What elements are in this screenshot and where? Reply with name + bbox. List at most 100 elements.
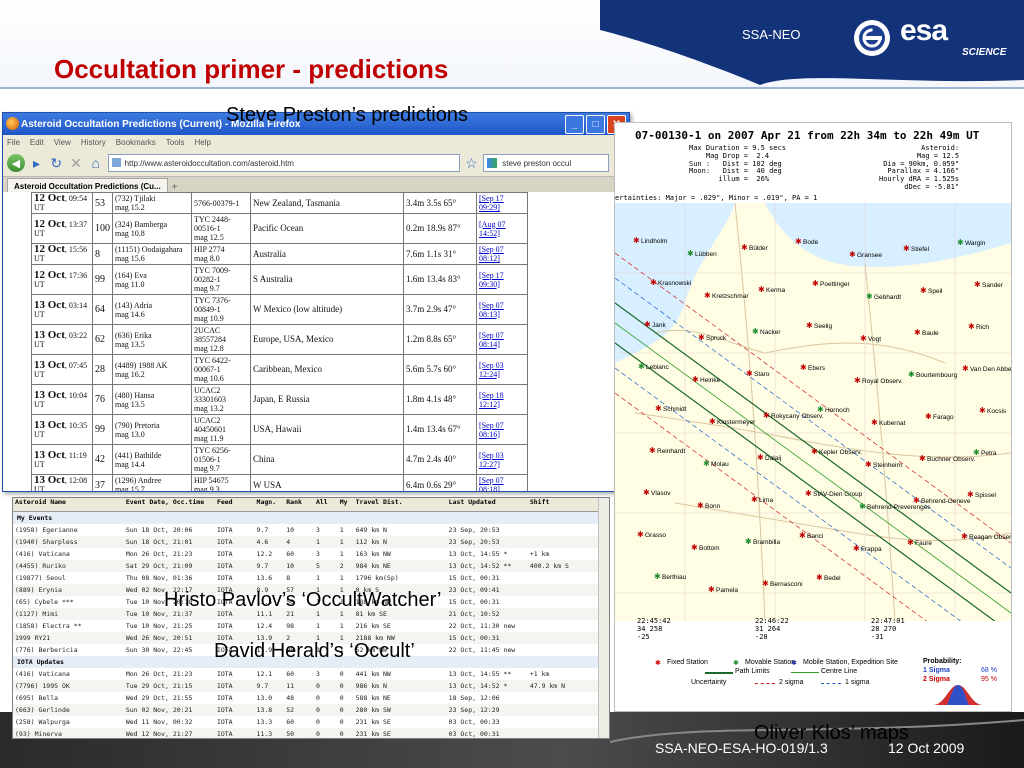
menu-file[interactable]: File [7, 138, 20, 147]
row-update-link[interactable]: [Sep 17 09:30] [476, 264, 528, 295]
column-header[interactable]: Magn. [255, 498, 285, 511]
event-row[interactable]: (1858) Electra ** Tue 10 Nov, 21:25 IOTA 12… [13, 620, 609, 632]
station-marker-icon: ✱ [709, 417, 716, 426]
event-row[interactable]: (19877) Seoul Thu 08 Nov, 01:36 IOTA 13.6 8 1… [13, 572, 609, 584]
column-header[interactable]: Last Updated [447, 498, 528, 511]
home-icon[interactable]: ⌂ [88, 155, 104, 171]
stop-icon[interactable]: ✕ [68, 155, 84, 172]
column-header[interactable]: Asteroid Name [13, 498, 124, 511]
reload-icon[interactable]: ↻ [48, 155, 64, 172]
column-header[interactable]: All [314, 498, 338, 511]
column-header[interactable]: Event Date, Occ.time [124, 498, 215, 511]
menu-bookmarks[interactable]: Bookmarks [116, 138, 156, 147]
label-preston: Steve Preston’s predictions [226, 104, 468, 126]
row-star: UCAC2 40450601 mag 11.9 [191, 414, 251, 445]
station-marker-icon: ✱ [708, 585, 715, 594]
back-icon[interactable]: ◀ [7, 154, 25, 172]
event-cell: 0 [339, 682, 344, 690]
event-cell: Thu 08 Nov, 01:36 [125, 574, 193, 582]
forward-icon[interactable]: ▸ [29, 155, 45, 172]
event-row[interactable]: (695) Bella Wed 29 Oct, 21:55 IOTA 13.0 48 0 0… [13, 692, 609, 704]
station-marker-icon: ✱ [806, 321, 813, 330]
row-update-link[interactable]: [Sep 07 08:12] [476, 243, 528, 265]
station-label: Bourtembourg [916, 372, 958, 379]
column-header[interactable]: Feed [215, 498, 255, 511]
menu-help[interactable]: Help [194, 138, 210, 147]
event-row[interactable]: (1940) Sharpless Sun 18 Oct, 21:01 IOTA 4.6… [13, 536, 609, 548]
url-bar[interactable]: http://www.asteroidoccultation.com/aster… [107, 154, 460, 172]
column-header[interactable]: Rank [284, 498, 314, 511]
event-row[interactable]: (258) Walpurga Wed 11 Nov, 00:32 IOTA 13.3 6… [13, 716, 609, 728]
station-marker-icon: ✱ [859, 502, 866, 511]
station-marker-icon: ✱ [800, 363, 807, 372]
event-cell: (7796) 1995 OK [15, 682, 70, 690]
station-label: Kubernat [879, 420, 906, 427]
event-cell: (776) Berbericia [15, 646, 78, 654]
event-row[interactable]: (416) Vaticana Mon 26 Oct, 21:23 IOTA 12.1 6… [13, 668, 609, 680]
maximize-button[interactable]: □ [586, 115, 605, 134]
menu-history[interactable]: History [81, 138, 106, 147]
event-cell: IOTA [216, 550, 233, 558]
firefox-menubar: File Edit View History Bookmarks Tools H… [3, 135, 629, 150]
event-cell: 23 Sep, 12:29 [448, 706, 500, 714]
row-asteroid: (4489) 1988 AK mag 16.2 [112, 354, 192, 385]
row-update-link[interactable]: [Sep 07 08:14] [476, 324, 528, 355]
row-date: 13 Oct, 11:19 UT [31, 444, 93, 475]
event-cell: 1 [339, 526, 344, 534]
event-row[interactable]: (416) Vaticana Mon 26 Oct, 21:23 IOTA 12.2 6… [13, 548, 609, 560]
menu-view[interactable]: View [54, 138, 71, 147]
prediction-row: 13 Oct, 03:22 UT 62 (636) Erika mag 13.5 2UCA… [31, 324, 528, 355]
row-region: Europe, USA, Mexico [250, 324, 404, 355]
event-cell: IOTA [216, 670, 233, 678]
row-update-link[interactable]: [Sep 03 12:27] [476, 444, 528, 475]
menu-edit[interactable]: Edit [30, 138, 44, 147]
column-header[interactable]: Travel Dist. [354, 498, 447, 511]
search-input[interactable]: steve preston occul [483, 154, 610, 172]
event-row[interactable]: (1958) Egerianne Sun 18 Oct, 20:06 IOTA 9.7… [13, 524, 609, 536]
prediction-row: 12 Oct, 15:56 UT 8 (11151) Oodaigahara mag 1… [31, 243, 528, 265]
row-star: HIP 54675 mag 9.3 [191, 474, 251, 491]
event-cell: 22 Oct, 11:30 new [448, 622, 516, 630]
row-update-link[interactable]: [Sep 07 08:13] [476, 294, 528, 325]
column-header[interactable]: Shift [528, 498, 609, 511]
row-sigma: 5.6m 5.7s 60° [403, 354, 477, 385]
event-cell: 03 Oct, 00:33 [448, 718, 500, 726]
station-marker-icon: ✱ [704, 291, 711, 300]
station-label: Behrend-Preverenges [867, 504, 931, 511]
event-cell [528, 704, 609, 716]
tab-asteroid-predictions[interactable]: Asteroid Occultation Predictions (Cu... [7, 178, 168, 193]
menu-tools[interactable]: Tools [166, 138, 185, 147]
occultwatcher-scrollbar[interactable] [598, 498, 609, 738]
row-update-link[interactable]: [Aug 07 14:52] [476, 213, 528, 244]
event-cell: (19877) Seoul [15, 574, 66, 582]
event-cell: 60 [286, 670, 295, 678]
station-label: Grasso [645, 532, 666, 539]
row-update-link[interactable]: [Sep 03 12:24] [476, 354, 528, 385]
row-date: 13 Oct, 10:35 UT [31, 414, 93, 445]
event-row[interactable]: (7796) 1995 OK Tue 29 Oct, 21:15 IOTA 9.7 11… [13, 680, 609, 692]
station-label: Sander [982, 282, 1004, 289]
event-cell: (1127) Mimi [15, 610, 59, 618]
label-klos: Oliver Klos’ maps [754, 722, 909, 744]
row-update-link[interactable]: [Sep 07 08:18] [476, 474, 528, 491]
station-marker-icon: ✱ [903, 244, 910, 253]
event-cell: 1796 km(Sp) [355, 574, 399, 582]
row-sigma: 1.8m 4.1s 48° [403, 384, 477, 415]
event-row[interactable]: (4455) Ruriko Sat 29 Oct, 21:09 IOTA 9.7 10 5… [13, 560, 609, 572]
row-update-link[interactable]: [Sep 18 12:12] [476, 384, 528, 415]
row-update-link[interactable]: [Sep 07 08:16] [476, 414, 528, 445]
event-row[interactable]: (663) Gerlinde Sun 02 Nov, 20:21 IOTA 13.8 5… [13, 704, 609, 716]
station-marker-icon: ✱ [979, 406, 986, 415]
event-cell: (65) Cybele *** [15, 598, 74, 606]
minimize-button[interactable]: _ [565, 115, 584, 134]
row-star: TYC 6256-01506-1 mag 9.7 [191, 444, 251, 475]
event-row[interactable]: (93) Minerva Wed 12 Nov, 21:27 IOTA 11.3 50 0… [13, 728, 609, 738]
event-cell: 0 [315, 718, 320, 726]
event-cell: 1 [339, 574, 344, 582]
station-marker-icon: ✱ [805, 489, 812, 498]
row-update-link[interactable]: [Sep 17 09:29] [476, 192, 528, 214]
column-header[interactable]: My [338, 498, 354, 511]
bookmark-star-icon[interactable]: ☆ [464, 155, 480, 172]
station-label: Stiefel [911, 246, 930, 253]
event-group-header[interactable]: My Events [13, 512, 609, 524]
